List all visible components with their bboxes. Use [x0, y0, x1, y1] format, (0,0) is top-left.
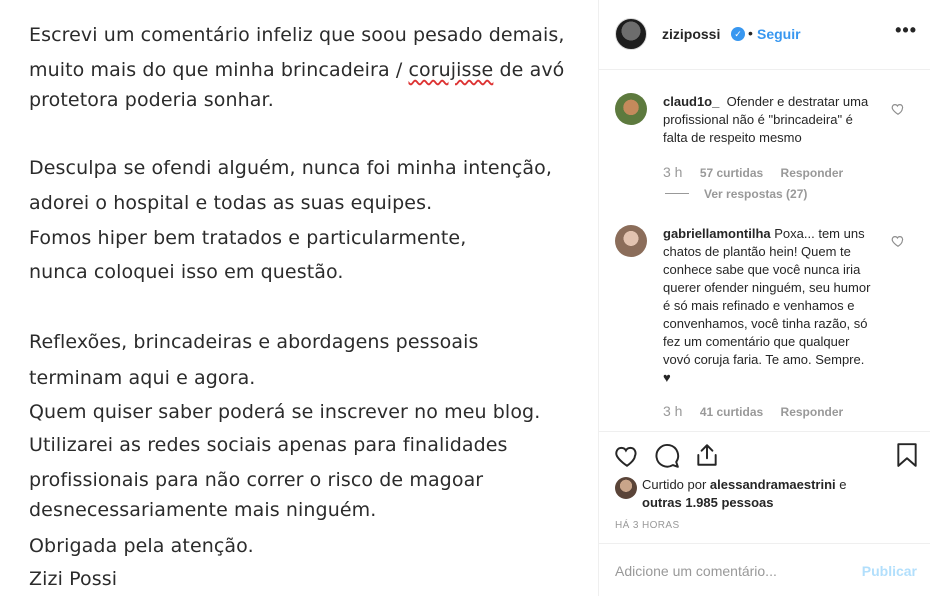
note-line: terminam aqui e agora. [29, 367, 256, 389]
comment-input[interactable] [615, 561, 845, 581]
note-line: adorei o hospital e todas as suas equipe… [29, 192, 433, 214]
add-comment-bar: Publicar [599, 543, 930, 596]
like-comment-heart-icon[interactable] [891, 102, 905, 116]
like-heart-icon[interactable] [614, 443, 640, 469]
comment-likes[interactable]: 41 curtidas [700, 405, 763, 419]
spellcheck-word: corujisse [408, 59, 494, 81]
comment-text-block: claud1o_ Ofender e destratar uma profiss… [663, 93, 875, 147]
comment-time: 3 h [663, 403, 683, 419]
like-comment-heart-icon[interactable] [891, 234, 905, 248]
verified-badge-icon: ✓ [731, 27, 745, 41]
note-line: profissionais para não correr o risco de… [29, 469, 484, 491]
reply-button[interactable]: Responder [781, 405, 844, 419]
liked-by-prefix: Curtido por [642, 477, 710, 492]
comment-bubble-icon[interactable] [654, 443, 680, 469]
liked-by-user[interactable]: alessandramaestrini [710, 477, 836, 492]
note-line: muito mais do que minha brincadeira / co… [29, 59, 564, 81]
comment-time: 3 h [663, 164, 683, 180]
comment-meta: 3 h 57 curtidas Responder [663, 164, 857, 180]
comments-list: claud1o_ Ofender e destratar uma profiss… [599, 71, 930, 431]
note-line: Quem quiser saber poderá se inscrever no… [29, 401, 541, 423]
note-line: protetora poderia sonhar. [29, 89, 274, 111]
liked-by-others[interactable]: outras 1.985 pessoas [642, 495, 774, 510]
note-text: muito mais do que minha brincadeira / [29, 59, 409, 81]
liker-avatar[interactable] [615, 477, 637, 499]
comment-text: Poxa... tem uns chatos de plantão hein! … [663, 226, 871, 385]
comment-meta: 3 h 41 curtidas Responder [663, 403, 857, 419]
comment-text-block: gabriellamontilha Poxa... tem uns chatos… [663, 225, 875, 387]
liked-by-text: Curtido por alessandramaestrini e outras… [642, 476, 922, 512]
view-replies-link[interactable]: Ver respostas (27) [704, 187, 807, 201]
reply-button[interactable]: Responder [781, 166, 844, 180]
note-line: desnecessariamente mais ninguém. [29, 499, 377, 521]
note-line: Reflexões, brincadeiras e abordagens pes… [29, 331, 479, 353]
share-icon[interactable] [694, 442, 720, 468]
post-side-panel: zizipossi ✓ • Seguir ••• claud1o_ Ofende… [598, 0, 930, 596]
comment-username[interactable]: claud1o_ [663, 94, 719, 109]
separator-dot: • [748, 25, 753, 41]
note-line: Zizi Possi [29, 568, 118, 590]
replies-divider [665, 193, 689, 194]
note-line: Escrevi um comentário infeliz que soou p… [29, 24, 565, 46]
follow-button[interactable]: Seguir [757, 26, 801, 42]
note-line: Utilizarei as redes sociais apenas para … [29, 434, 508, 456]
note-line: Fomos hiper bem tratados e particularmen… [29, 227, 467, 249]
post-actions: Curtido por alessandramaestrini e outras… [599, 431, 930, 543]
note-line: Desculpa se ofendi alguém, nunca foi min… [29, 157, 552, 179]
commenter-avatar[interactable] [615, 225, 647, 257]
post-image: Escrevi um comentário infeliz que soou p… [0, 0, 598, 596]
post-timestamp[interactable]: HÁ 3 HORAS [615, 520, 680, 531]
note-line: nunca coloquei isso em questão. [29, 261, 344, 283]
more-options-icon[interactable]: ••• [895, 20, 917, 41]
comment-username[interactable]: gabriellamontilha [663, 226, 771, 241]
liked-by-connector: e [835, 477, 847, 492]
author-avatar[interactable] [615, 18, 647, 50]
save-bookmark-icon[interactable] [894, 442, 920, 468]
commenter-avatar[interactable] [615, 93, 647, 125]
note-line: Obrigada pela atenção. [29, 535, 254, 557]
author-username[interactable]: zizipossi [662, 26, 720, 42]
comment-likes[interactable]: 57 curtidas [700, 166, 763, 180]
post-header: zizipossi ✓ • Seguir ••• [599, 0, 930, 70]
publish-button[interactable]: Publicar [862, 563, 917, 579]
note-text: de avó [493, 59, 565, 81]
